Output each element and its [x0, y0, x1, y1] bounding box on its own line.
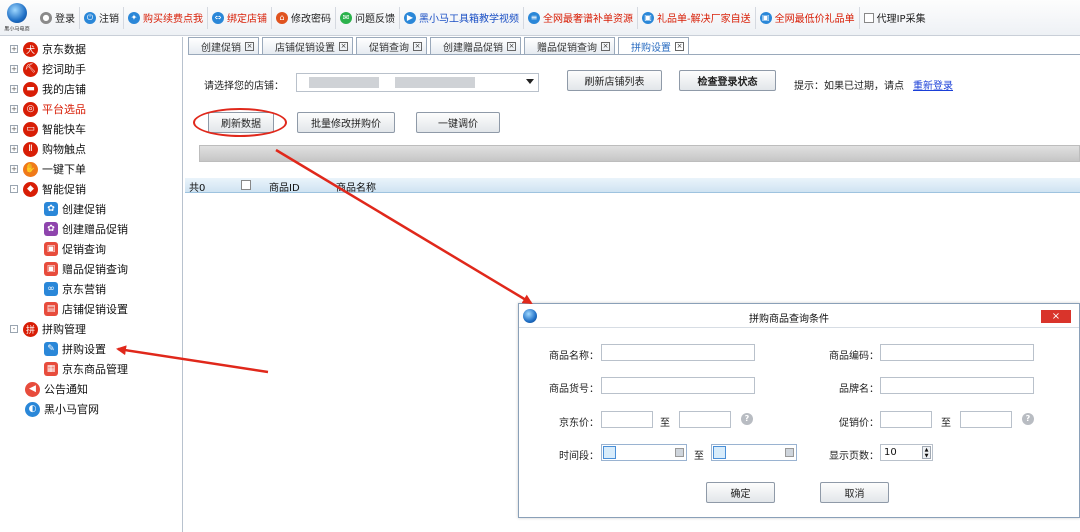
arrow-to-group-buy-setting — [116, 345, 269, 374]
arrow-to-dialog — [275, 148, 533, 305]
annotation-arrows — [116, 148, 533, 374]
